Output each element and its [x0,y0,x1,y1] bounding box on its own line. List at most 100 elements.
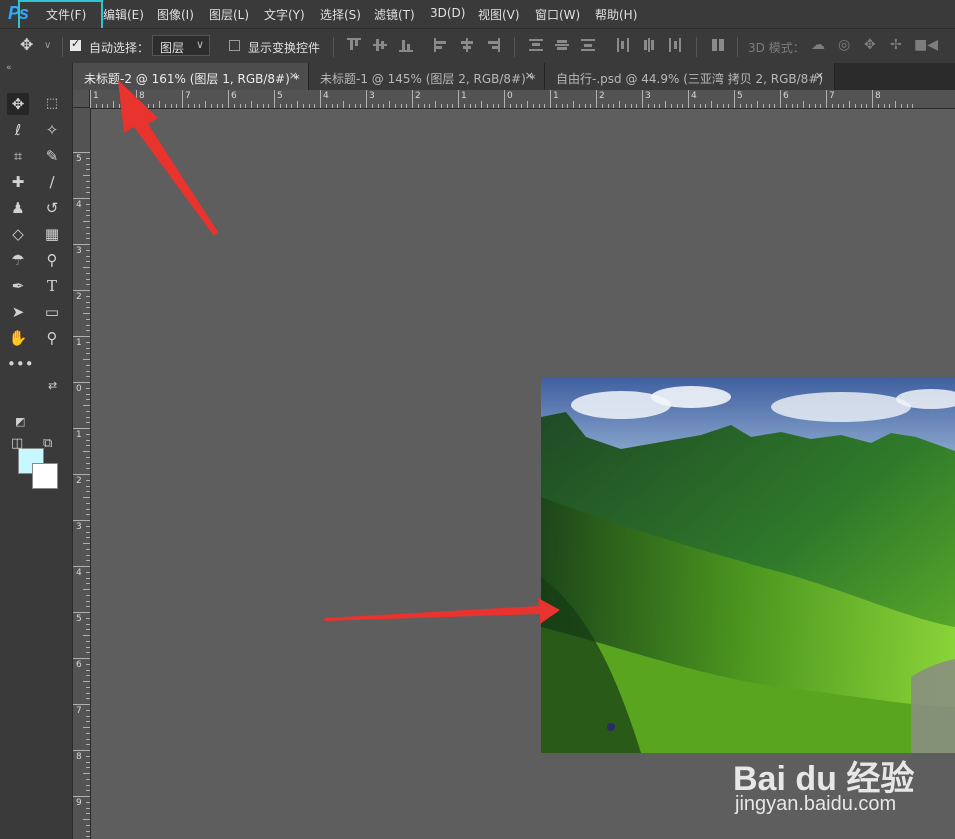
3d-roll-icon[interactable]: ◎ [838,37,850,53]
collapse-panel-icon[interactable]: « [6,63,12,73]
marquee-icon[interactable]: ⬚ [41,93,63,115]
ruler-minor-tick [791,104,793,108]
align-right-icon[interactable] [486,38,500,52]
3d-orbit-icon[interactable]: ☁ [811,37,825,53]
gradient-icon[interactable]: ▦ [41,223,63,245]
healing-icon[interactable]: ✚ [7,171,29,193]
menu-select[interactable]: 选择(S) [320,6,361,23]
stamp-icon[interactable]: ♟ [7,197,29,219]
menu-type[interactable]: 文字(Y) [264,6,305,23]
blur-icon[interactable]: ☂ [7,249,29,271]
3d-pan-icon[interactable]: ✥ [864,37,876,53]
lasso-icon[interactable]: ℓ [7,119,29,141]
eyedropper-icon[interactable]: ✎ [41,145,63,167]
align-left-icon[interactable] [434,38,448,52]
tab-label: 自由行-.psd @ 44.9% (三亚湾 拷贝 2, RGB/8#) [556,72,824,86]
menu-3d[interactable]: 3D(D) [430,6,465,20]
ruler-minor-tick [86,525,90,527]
rectangle-icon[interactable]: ▭ [41,301,63,323]
crop-icon[interactable]: ⌗ [7,145,29,167]
close-icon[interactable]: × [525,69,534,82]
close-icon[interactable]: × [289,69,298,82]
menu-help[interactable]: 帮助(H) [595,6,637,23]
ruler-minor-tick [83,589,90,590]
ruler-minor-tick [354,104,356,108]
menu-layer[interactable]: 图层(L) [209,6,249,23]
path-select-icon[interactable]: ➤ [7,301,29,323]
3d-slide-icon[interactable]: ✢ [890,37,902,53]
distribute-vertical-center-icon[interactable] [555,38,569,52]
align-vertical-center-icon[interactable] [373,38,387,52]
3d-scale-icon[interactable]: ■◀ [914,37,938,53]
eraser-icon[interactable]: ◇ [7,223,29,245]
mountain-landscape-image[interactable] [541,377,955,753]
ruler-minor-tick [86,180,90,182]
ruler-minor-tick [86,514,90,516]
magic-wand-icon[interactable]: ✧ [41,119,63,141]
distribute-right-icon[interactable] [668,38,682,52]
menu-view[interactable]: 视图(V) [478,6,520,23]
divider [333,37,334,57]
menu-edit[interactable]: 编辑(E) [103,6,144,23]
horizontal-ruler[interactable]: 1 8 7 6 5 4 3 2 1 0 1 2 3 4 5 6 7 8 [90,90,955,109]
vertical-ruler[interactable]: 5 4 3 2 1 0 1 2 3 4 5 6 7 8 9 [73,108,91,839]
ruler-minor-tick [86,416,90,418]
ruler-minor-tick [762,104,764,108]
ruler-minor-tick [676,104,678,108]
ruler-minor-tick [808,104,810,108]
distribute-top-icon[interactable] [529,38,543,52]
align-top-icon[interactable] [347,38,361,52]
distribute-horizontal-center-icon[interactable] [642,38,656,52]
hand-icon[interactable]: ✋ [7,327,29,349]
ruler-tick [73,566,90,567]
dodge-icon[interactable]: ⚲ [41,249,63,271]
ruler-label: 0 [76,384,82,394]
document-tab[interactable]: 自由行-.psd @ 44.9% (三亚湾 拷贝 2, RGB/8#) × [545,63,835,90]
distribute-left-icon[interactable] [616,38,630,52]
ruler-label: 0 [507,91,513,101]
close-icon[interactable]: × [815,69,824,82]
default-colors-icon[interactable]: ◩ [15,415,25,428]
auto-align-icon[interactable] [711,38,725,52]
document-tab[interactable]: 未标题-1 @ 145% (图层 2, RGB/8#) * × [309,63,545,90]
move-tool-preset-icon[interactable]: ✥ [20,35,33,54]
ruler-origin[interactable] [73,90,90,108]
type-icon[interactable]: T [41,275,63,297]
background-color-swatch[interactable] [32,463,58,489]
ruler-minor-tick [435,101,436,108]
quick-mask-icon[interactable]: ◫ [11,436,23,451]
menu-filter[interactable]: 滤镜(T) [374,6,415,23]
document-tab[interactable]: 未标题-2 @ 161% (图层 1, RGB/8#) * × [73,63,309,90]
landscape-illustration [541,377,955,753]
ruler-minor-tick [331,104,333,108]
zoom-icon[interactable]: ⚲ [41,327,63,349]
move-icon[interactable]: ✥ [7,93,29,115]
ruler-minor-tick [360,104,362,108]
swap-colors-icon[interactable]: ⇄ [48,379,57,392]
ruler-tick [73,428,90,429]
chevron-down-icon[interactable]: ∨ [44,40,51,51]
auto-select-checkbox[interactable] [70,37,81,51]
divider [696,37,697,57]
ruler-minor-tick [262,104,264,108]
ruler-minor-tick [124,104,126,108]
more-tools-icon[interactable]: ••• [7,353,34,375]
pen-icon[interactable]: ✒ [7,275,29,297]
distribute-bottom-icon[interactable] [581,38,595,52]
ruler-minor-tick [492,104,494,108]
brush-icon[interactable]: ∕ [41,171,63,193]
ruler-minor-tick [86,295,90,297]
history-brush-icon[interactable]: ↺ [41,197,63,219]
auto-select-target-dropdown[interactable]: 图层 ∨ [152,35,210,56]
screen-mode-icon[interactable]: ⧉ [43,436,52,451]
menu-image[interactable]: 图像(I) [157,6,194,23]
ruler-minor-tick [475,104,477,108]
ruler-minor-tick [239,104,241,108]
menu-window[interactable]: 窗口(W) [535,6,580,23]
ruler-minor-tick [86,169,90,171]
show-transform-checkbox[interactable] [229,40,240,51]
align-bottom-icon[interactable] [399,38,413,52]
ruler-minor-tick [86,485,90,487]
align-horizontal-center-icon[interactable] [460,38,474,52]
ruler-tick [228,90,229,108]
